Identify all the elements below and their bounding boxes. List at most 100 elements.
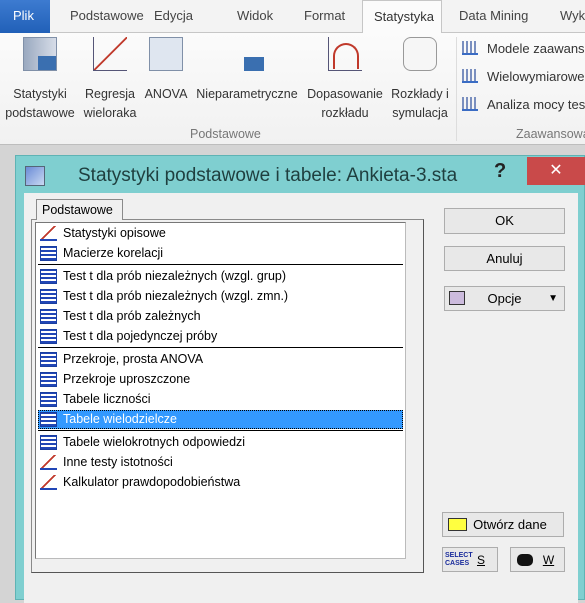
label: rozkładu — [321, 106, 369, 120]
correlation-matrix-icon — [40, 246, 57, 261]
list-separator — [38, 430, 403, 431]
select-cases-icon: SELECT CASES — [445, 552, 473, 567]
list-item-label: Przekroje, prosta ANOVA — [63, 352, 204, 366]
open-data-button[interactable]: Otwórz dane — [442, 512, 564, 537]
anova-icon — [149, 37, 183, 71]
dialog-title: Statystyki podstawowe i tabele: Ankieta-… — [78, 165, 458, 186]
descriptive-stats-button[interactable]: Statystyki podstawowe — [2, 33, 78, 123]
list-item-label: Tabele wielodzielcze — [63, 412, 177, 426]
list-item-t-test-dependent[interactable]: Test t dla prób zależnych — [38, 307, 403, 326]
regression-scatter-icon — [93, 37, 127, 71]
other-tests-icon — [40, 455, 57, 470]
options-button[interactable]: Opcje ▼ — [444, 286, 565, 311]
regression-button[interactable]: Regresja wieloraka — [80, 33, 140, 123]
list-item-label: Macierze korelacji — [63, 246, 164, 260]
list-item-other-tests[interactable]: Inne testy istotności — [38, 453, 403, 472]
multivariate-icon — [462, 69, 478, 83]
list-item-probability-calculator[interactable]: Kalkulator prawdopodobieństwa — [38, 473, 403, 492]
help-button[interactable]: ? — [494, 160, 506, 183]
folder-open-icon — [448, 518, 467, 531]
list-item-crosstab[interactable]: Tabele wielodzielcze — [38, 410, 403, 429]
nonparametric-icon — [230, 37, 264, 71]
list-item-multiple-response[interactable]: Tabele wielokrotnych odpowiedzi — [38, 433, 403, 452]
weight-icon — [517, 554, 533, 566]
list-item-label: Inne testy istotności — [63, 455, 173, 469]
close-button[interactable]: ✕ — [527, 157, 585, 185]
tab-format[interactable]: Format — [304, 8, 345, 23]
distributions-simulation-button[interactable]: Rozkłady i symulacja — [388, 33, 452, 123]
group-label-basic: Podstawowe — [190, 127, 261, 141]
label: Regresja — [84, 87, 136, 101]
label: Dopasowanie — [307, 87, 383, 101]
ribbon: Statystyki podstawowe Regresja wieloraka A… — [0, 33, 585, 145]
tab-widok[interactable]: Widok — [237, 8, 273, 23]
descriptive-stats-icon — [23, 37, 57, 71]
label: symulacja — [392, 106, 448, 120]
t-test-single-icon — [40, 329, 57, 344]
descriptive-stats-icon — [40, 226, 57, 241]
list-item-label: Test t dla prób niezależnych (wzgl. grup… — [63, 269, 287, 283]
weight-button[interactable]: W — [510, 547, 565, 572]
distribution-fit-button[interactable]: Dopasowanie rozkładu — [303, 33, 387, 123]
anova-button[interactable]: ANOVA — [142, 33, 190, 104]
multiple-response-icon — [40, 435, 57, 450]
list-item-label: Przekroje uproszczone — [63, 372, 191, 386]
label: OK — [495, 213, 514, 228]
label: Otwórz dane — [473, 517, 547, 532]
distributions-simulation-icon — [403, 37, 437, 71]
label: Wielowymiarowe — [487, 69, 585, 84]
list-item-t-test-variables[interactable]: Test t dla prób niezależnych (wzgl. zmn.… — [38, 287, 403, 306]
select-cases-button[interactable]: SELECT CASES S — [442, 547, 498, 572]
advanced-models-icon — [462, 41, 478, 55]
breakdown-simple-icon — [40, 372, 57, 387]
distribution-fit-icon — [328, 37, 362, 71]
tab-wykresy[interactable]: Wyk — [560, 8, 585, 23]
ok-button[interactable]: OK — [444, 208, 565, 234]
label: Modele zaawans — [487, 41, 585, 56]
power-analysis-button[interactable]: Analiza mocy tes — [462, 97, 585, 112]
power-analysis-icon — [462, 97, 478, 111]
dropdown-arrow-icon: ▼ — [548, 293, 558, 304]
list-item-label: Test t dla prób niezależnych (wzgl. zmn.… — [63, 289, 289, 303]
frequency-tables-icon — [40, 392, 57, 407]
crosstab-icon — [40, 412, 57, 427]
label: ANOVA — [144, 87, 188, 101]
list-item-frequency-tables[interactable]: Tabele liczności — [38, 390, 403, 409]
nonparametric-button[interactable]: Nieparametryczne — [193, 33, 301, 104]
list-item-label: Tabele liczności — [63, 392, 151, 406]
label: Rozkłady i — [391, 87, 449, 101]
list-item-breakdown-simple[interactable]: Przekroje uproszczone — [38, 370, 403, 389]
ribbon-tabs: Plik Podstawowe Edycja Widok Format Stat… — [0, 0, 585, 34]
tab-podstawowe[interactable]: Podstawowe — [70, 8, 144, 23]
list-item-t-test-single[interactable]: Test t dla pojedynczej próby — [38, 327, 403, 346]
dialog-body: Podstawowe Statystyki opisowe Macierze ko… — [24, 193, 578, 603]
app-icon — [25, 166, 45, 186]
list-item-correlation-matrix[interactable]: Macierze korelacji — [38, 244, 403, 263]
list-item-t-test-groups[interactable]: Test t dla prób niezależnych (wzgl. grup… — [38, 267, 403, 286]
tab-statystyka[interactable]: Statystyka — [362, 0, 442, 34]
list-item-label: Statystyki opisowe — [63, 226, 166, 240]
group-divider — [456, 37, 457, 141]
tab-edycja[interactable]: Edycja — [154, 8, 193, 23]
list-item-label: Test t dla pojedynczej próby — [63, 329, 218, 343]
list-separator — [38, 264, 403, 265]
list-item-descriptive-stats[interactable]: Statystyki opisowe — [38, 224, 403, 243]
tab-data-mining[interactable]: Data Mining — [459, 8, 528, 23]
list-item-label: Kalkulator prawdopodobieństwa — [63, 475, 241, 489]
t-test-groups-icon — [40, 269, 57, 284]
list-item-label: Test t dla prób zależnych — [63, 309, 201, 323]
advanced-models-button[interactable]: Modele zaawans — [462, 41, 585, 56]
cancel-button[interactable]: Anuluj — [444, 246, 565, 271]
breakdown-anova-icon — [40, 352, 57, 367]
basic-stats-dialog: Statystyki podstawowe i tabele: Ankieta-… — [15, 155, 585, 603]
label: wieloraka — [83, 106, 137, 120]
tab-podstawowe-dialog[interactable]: Podstawowe — [36, 199, 123, 220]
tab-plik[interactable]: Plik — [0, 0, 50, 33]
analysis-list[interactable]: Statystyki opisowe Macierze korelacji Test… — [35, 222, 406, 559]
label: Opcje — [487, 291, 522, 306]
list-separator — [38, 347, 403, 348]
options-icon — [449, 291, 465, 305]
t-test-dependent-icon — [40, 309, 57, 324]
list-item-breakdown-anova[interactable]: Przekroje, prosta ANOVA — [38, 350, 403, 369]
multivariate-button[interactable]: Wielowymiarowe — [462, 69, 585, 84]
